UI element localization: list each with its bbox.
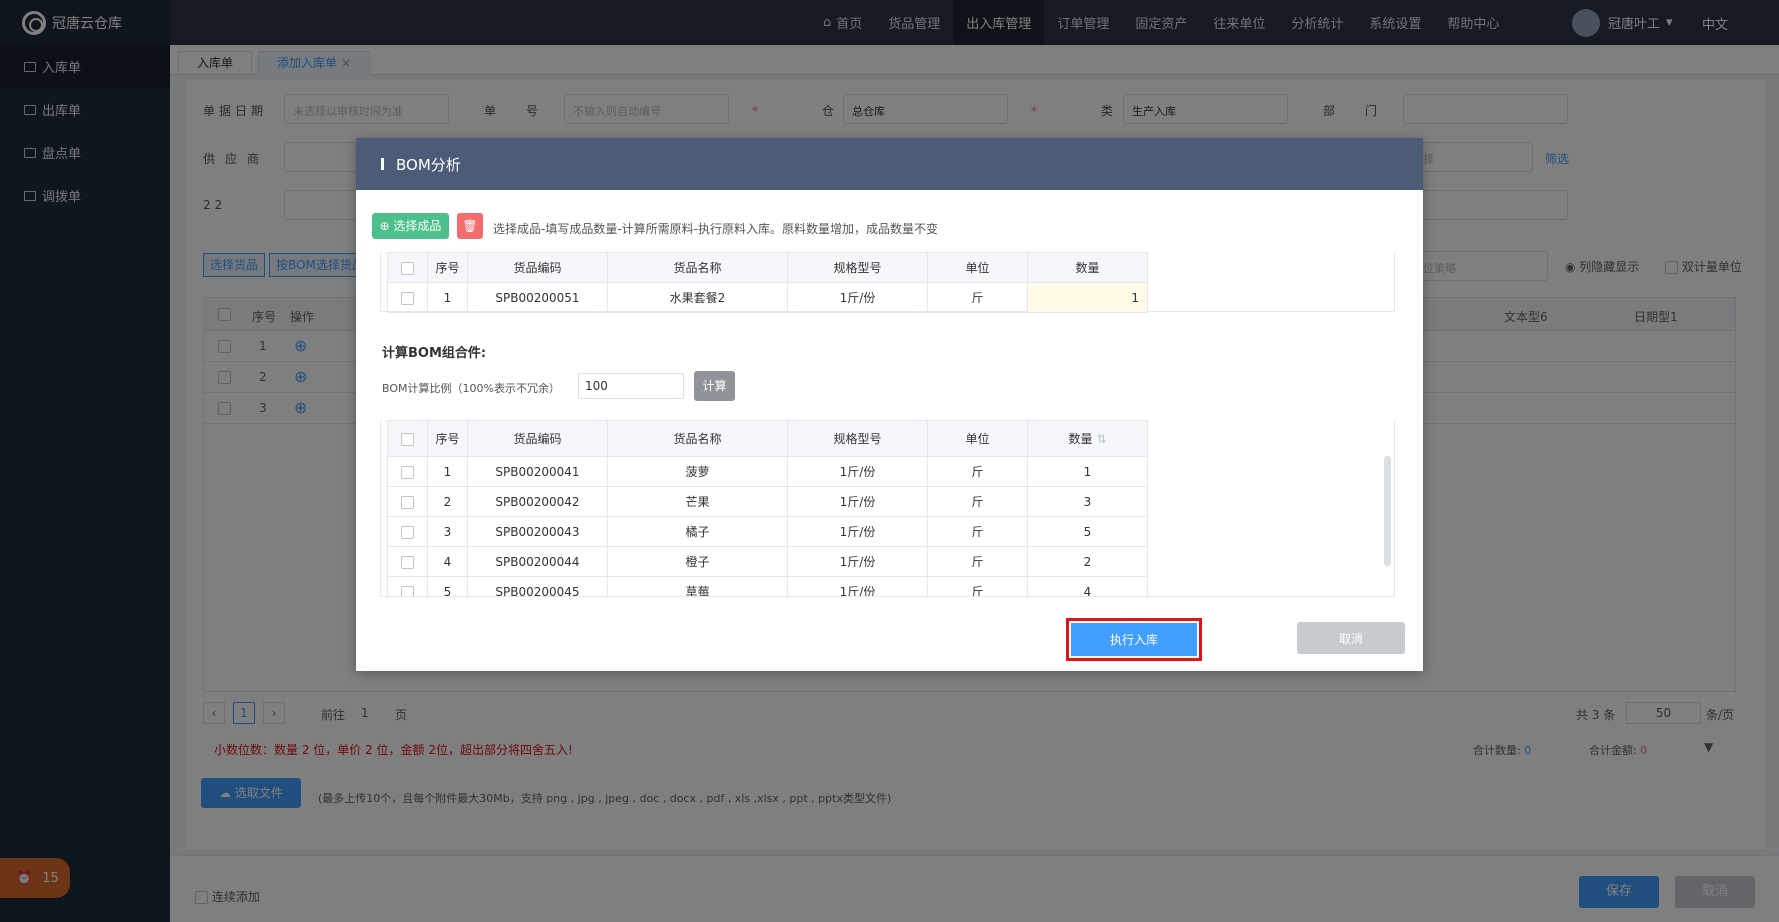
select-all-checkbox[interactable]: [401, 432, 414, 446]
product-table: 序号 货品编码 货品名称 规格型号 单位 数量 1 SPB00200051 水果…: [387, 252, 1148, 313]
cell-code: SPB00200042: [467, 486, 608, 517]
select-all-checkbox[interactable]: [401, 261, 414, 275]
ratio-label: BOM计算比例（100%表示不冗余）: [382, 382, 560, 395]
col-header: 货品编码: [467, 420, 608, 457]
col-check: [387, 252, 428, 283]
trash-icon: 🗑: [462, 219, 478, 233]
table-row[interactable]: 4 SPB00200044 橙子 1斤/份斤 2: [387, 546, 1148, 577]
cell-code: SPB00200043: [467, 516, 608, 547]
row-checkbox[interactable]: [401, 555, 414, 569]
section-title: 计算BOM组合件:: [382, 346, 487, 361]
cell-unit: 斤: [927, 576, 1028, 596]
cell-name: 芒果: [607, 486, 788, 517]
cell-no: 4: [427, 546, 468, 577]
col-header: 单位: [927, 252, 1028, 283]
dialog-cancel-button[interactable]: 取消: [1297, 622, 1405, 654]
cell-qty: 3: [1027, 486, 1148, 517]
execute-inbound-button[interactable]: 执行入库: [1066, 618, 1202, 661]
row-checkbox[interactable]: [401, 495, 414, 509]
table-row[interactable]: 1 SPB00200051 水果套餐2 1斤/份 斤 1: [387, 282, 1148, 313]
component-table-wrap: 序号 货品编码 货品名称 规格型号 单位 数量 ⇅ 1 SPB00200041 菠萝…: [380, 420, 1395, 597]
cell-unit: 斤: [927, 486, 1028, 517]
col-header-label: 数量: [1068, 432, 1093, 446]
dialog-hint: 选择成品-填写成品数量-计算所需原料-执行原料入库。原料数量增加，成品数量不变: [493, 222, 938, 236]
table-row[interactable]: 2 SPB00200042 芒果 1斤/份斤 3: [387, 486, 1148, 517]
row-checkbox[interactable]: [401, 525, 414, 539]
cell-qty: 4: [1027, 576, 1148, 596]
col-header: 单位: [927, 420, 1028, 457]
dialog-header: BOM分析: [356, 138, 1423, 190]
plus-circle-icon: ⊕: [379, 219, 394, 233]
col-check: [387, 420, 428, 457]
dialog-title: BOM分析: [396, 155, 461, 174]
cell-code: SPB00200045: [467, 576, 608, 596]
product-table-wrap: 序号 货品编码 货品名称 规格型号 单位 数量 1 SPB00200051 水果…: [380, 252, 1395, 313]
cell-name: 橙子: [607, 546, 788, 577]
ratio-input[interactable]: 100: [578, 373, 684, 399]
cell-unit: 斤: [927, 516, 1028, 547]
cell-spec: 1斤/份: [787, 546, 928, 577]
cell-name: 菠萝: [607, 456, 788, 487]
cell-qty: 2: [1027, 546, 1148, 577]
cell-no: 1: [427, 456, 468, 487]
col-header: 序号: [427, 420, 468, 457]
cell-no: 5: [427, 576, 468, 596]
cell-qty: 1: [1027, 456, 1148, 487]
cell-unit: 斤: [927, 456, 1028, 487]
select-product-button[interactable]: ⊕ 选择成品: [372, 213, 449, 239]
cell-no: 3: [427, 516, 468, 547]
col-header: 数量: [1027, 252, 1148, 283]
cell-no: 2: [427, 486, 468, 517]
row-checkbox[interactable]: [401, 291, 414, 305]
cell-spec: 1斤/份: [787, 486, 928, 517]
table-row[interactable]: 5 SPB00200045 草莓 1斤/份斤 4: [387, 576, 1148, 596]
cell-spec: 1斤/份: [787, 456, 928, 487]
cell-code: SPB00200044: [467, 546, 608, 577]
col-header: 规格型号: [787, 252, 928, 283]
row-checkbox[interactable]: [401, 585, 414, 596]
cell-spec: 1斤/份: [787, 282, 928, 313]
cell-no: 1: [427, 282, 468, 313]
cell-unit: 斤: [927, 546, 1028, 577]
col-header: 货品编码: [467, 252, 608, 283]
calc-button[interactable]: 计算: [694, 371, 735, 401]
delete-button[interactable]: 🗑: [457, 213, 483, 239]
cell-name: 橘子: [607, 516, 788, 547]
cell-code: SPB00200051: [467, 282, 608, 313]
col-header: 货品名称: [607, 252, 788, 283]
cell-spec: 1斤/份: [787, 516, 928, 547]
cell-spec: 1斤/份: [787, 576, 928, 596]
col-header: 序号: [427, 252, 468, 283]
cell-qty: 5: [1027, 516, 1148, 547]
title-bar-marker: [381, 158, 384, 170]
row-checkbox[interactable]: [401, 465, 414, 479]
col-header: 货品名称: [607, 420, 788, 457]
cell-name: 草莓: [607, 576, 788, 596]
col-header: 规格型号: [787, 420, 928, 457]
sort-icon[interactable]: ⇅: [1096, 432, 1106, 446]
qty-input[interactable]: 1: [1027, 282, 1148, 313]
select-product-label: 选择成品: [393, 219, 442, 233]
component-table: 序号 货品编码 货品名称 规格型号 单位 数量 ⇅ 1 SPB00200041 菠萝…: [387, 420, 1148, 596]
cell-code: SPB00200041: [467, 456, 608, 487]
table-row[interactable]: 1 SPB00200041 菠萝 1斤/份斤 1: [387, 456, 1148, 487]
col-header-qty[interactable]: 数量 ⇅: [1027, 420, 1148, 457]
vertical-scrollbar[interactable]: [1384, 456, 1391, 566]
table-row[interactable]: 3 SPB00200043 橘子 1斤/份斤 5: [387, 516, 1148, 547]
cell-unit: 斤: [927, 282, 1028, 313]
execute-inbound-label: 执行入库: [1071, 623, 1197, 656]
bom-dialog: BOM分析 ⊕ 选择成品 🗑 选择成品-填写成品数量-计算所需原料-执行原料入库…: [356, 138, 1423, 671]
cell-name: 水果套餐2: [607, 282, 788, 313]
